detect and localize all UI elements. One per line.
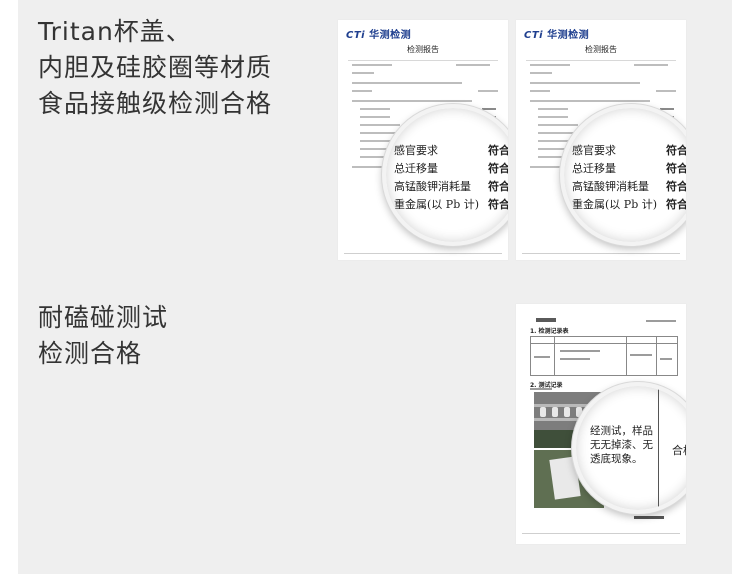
text-line: [530, 64, 570, 66]
impact-test-report: 1. 检测记录表 2. 测试记录 经测试，样品无无掉漆、无透底现象。 合格: [516, 304, 686, 544]
text-line: [538, 124, 578, 126]
table-col-divider: [656, 336, 657, 376]
text-line: [530, 100, 650, 102]
text-line: [456, 64, 490, 66]
footer-line: [522, 533, 680, 534]
text-line: [646, 320, 676, 322]
row-result: 符合: [488, 198, 508, 211]
brand-name: 华测检测: [369, 30, 412, 41]
text-line: [538, 116, 568, 118]
row-item: 高锰酸钾消耗量: [394, 180, 471, 193]
brand-name: 华测检测: [547, 30, 590, 41]
text-line: [656, 90, 676, 92]
section2-headline-line-1: 耐磕碰测试: [38, 303, 169, 332]
row-result: 符合: [666, 180, 686, 193]
row-item: 重金属(以 Pb 计): [394, 198, 480, 211]
magnified-row: 重金属(以 Pb 计) 符合: [394, 196, 508, 214]
row-result: 符合: [488, 180, 508, 193]
section2-headline-line-2: 检测合格: [38, 339, 143, 368]
row-result: 符合: [488, 144, 508, 157]
magnified-row: 感官要求 符合: [394, 142, 508, 160]
header-logo-mark: [536, 318, 556, 322]
row-item: 总迁移量: [572, 162, 616, 175]
report-title: 检测报告: [585, 45, 617, 54]
text-line: [352, 90, 372, 92]
footer-line: [344, 253, 502, 254]
photo-cup: [540, 407, 546, 417]
result-mark: [482, 108, 496, 110]
table-line: [658, 386, 659, 510]
magnified-row: 高锰酸钾消耗量 符合: [394, 178, 508, 196]
text-line: [560, 358, 590, 360]
divider: [348, 60, 498, 61]
test-report-left: CTi 华测检测 检测报告 感官要求 符合 总迁移量 符合 高锰酸钾消耗量 符合…: [338, 20, 508, 260]
row-result: 符合: [666, 144, 686, 157]
photo-cup: [564, 407, 570, 417]
report-brand: CTi 华测检测: [524, 26, 589, 41]
report-title: 检测报告: [407, 45, 439, 54]
section1-headline-line-1: Tritan杯盖、: [38, 17, 192, 46]
text-line: [352, 100, 472, 102]
text-line: [352, 64, 392, 66]
stamp-mark: [634, 516, 664, 519]
text-line: [360, 124, 400, 126]
text-line: [360, 116, 390, 118]
text-line: [634, 64, 668, 66]
table-col-divider: [626, 336, 627, 376]
row-item: 高锰酸钾消耗量: [572, 180, 649, 193]
text-line: [478, 90, 498, 92]
row-item: 重金属(以 Pb 计): [572, 198, 658, 211]
text-line: [660, 358, 672, 360]
text-line: [530, 90, 550, 92]
text-line: [630, 354, 652, 356]
magnified-result: 合格: [672, 444, 686, 457]
cti-logo: CTi: [524, 30, 544, 41]
row-item: 感官要求: [572, 144, 616, 157]
text-line: [352, 82, 462, 84]
section-1-title: 1. 检测记录表: [530, 328, 569, 335]
text-line: [534, 356, 550, 358]
row-result: 符合: [666, 162, 686, 175]
magnified-row: 重金属(以 Pb 计) 符合: [572, 196, 686, 214]
cti-logo: CTi: [346, 30, 366, 41]
text-line: [530, 82, 640, 84]
text-line: [530, 388, 552, 390]
section1-headline-line-2: 内胆及硅胶圈等材质: [38, 53, 273, 82]
section2-headline: 耐磕碰测试 检测合格: [38, 300, 168, 372]
magnifier-lens: 感官要求 符合 总迁移量 符合 高锰酸钾消耗量 符合 重金属(以 Pb 计) 符…: [382, 104, 508, 246]
text-line: [560, 350, 600, 352]
row-result: 符合: [666, 198, 686, 211]
report-brand: CTi 华测检测: [346, 26, 411, 41]
magnifier-lens: 感官要求 符合 总迁移量 符合 高锰酸钾消耗量 符合 重金属(以 Pb 计) 符…: [560, 104, 686, 246]
photo-cup: [552, 407, 558, 417]
section1-headline: Tritan杯盖、 内胆及硅胶圈等材质 食品接触级检测合格: [38, 14, 272, 122]
divider: [526, 60, 676, 61]
text-line: [538, 108, 568, 110]
magnified-row: 总迁移量 符合: [394, 160, 508, 178]
footer-line: [522, 253, 680, 254]
magnified-row: 总迁移量 符合: [572, 160, 686, 178]
magnified-conclusion-text: 经测试，样品无无掉漆、无透底现象。: [590, 425, 653, 465]
magnified-row: 高锰酸钾消耗量 符合: [572, 178, 686, 196]
text-line: [360, 108, 390, 110]
result-mark: [660, 108, 674, 110]
text-line: [530, 72, 552, 74]
text-line: [352, 72, 374, 74]
magnified-row: 感官要求 符合: [572, 142, 686, 160]
row-item: 总迁移量: [394, 162, 438, 175]
table-col-divider: [554, 336, 555, 376]
row-item: 感官要求: [394, 144, 438, 157]
test-report-right: CTi 华测检测 检测报告 感官要求 符合 总迁移量 符合 高锰酸钾消耗量 符合…: [516, 20, 686, 260]
row-result: 符合: [488, 162, 508, 175]
section1-headline-line-3: 食品接触级检测合格: [38, 89, 273, 118]
